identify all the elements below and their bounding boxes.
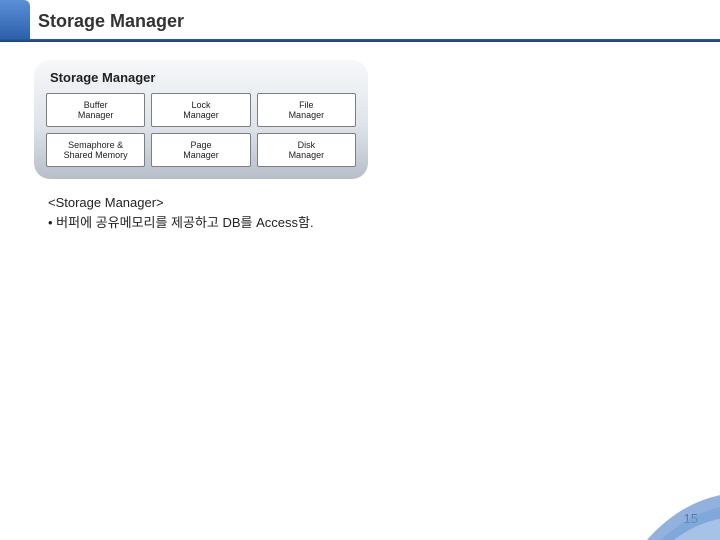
description-bullet: • 버퍼에 공유메모리를 제공하고 DB를 Access함. xyxy=(48,213,720,233)
panel-title: Storage Manager xyxy=(50,70,356,85)
storage-manager-panel: Storage Manager Buffer Manager Lock Mana… xyxy=(34,60,368,179)
cell-lock-manager: Lock Manager xyxy=(151,93,250,127)
cell-disk-manager: Disk Manager xyxy=(257,133,356,167)
cell-page-manager: Page Manager xyxy=(151,133,250,167)
cell-file-manager: File Manager xyxy=(257,93,356,127)
cell-buffer-manager: Buffer Manager xyxy=(46,93,145,127)
swoosh-icon xyxy=(640,490,720,540)
cell-semaphore-shared-memory: Semaphore & Shared Memory xyxy=(46,133,145,167)
header-accent xyxy=(0,0,30,42)
slide-header: Storage Manager xyxy=(0,0,720,42)
corner-decoration xyxy=(640,490,720,540)
slide: Storage Manager Storage Manager Buffer M… xyxy=(0,0,720,540)
component-grid: Buffer Manager Lock Manager File Manager… xyxy=(46,93,356,167)
header-rule xyxy=(0,39,720,42)
description-heading: <Storage Manager> xyxy=(48,193,720,213)
page-title: Storage Manager xyxy=(38,11,184,32)
page-number: 15 xyxy=(684,511,698,526)
description-block: <Storage Manager> • 버퍼에 공유메모리를 제공하고 DB를 … xyxy=(48,193,720,232)
